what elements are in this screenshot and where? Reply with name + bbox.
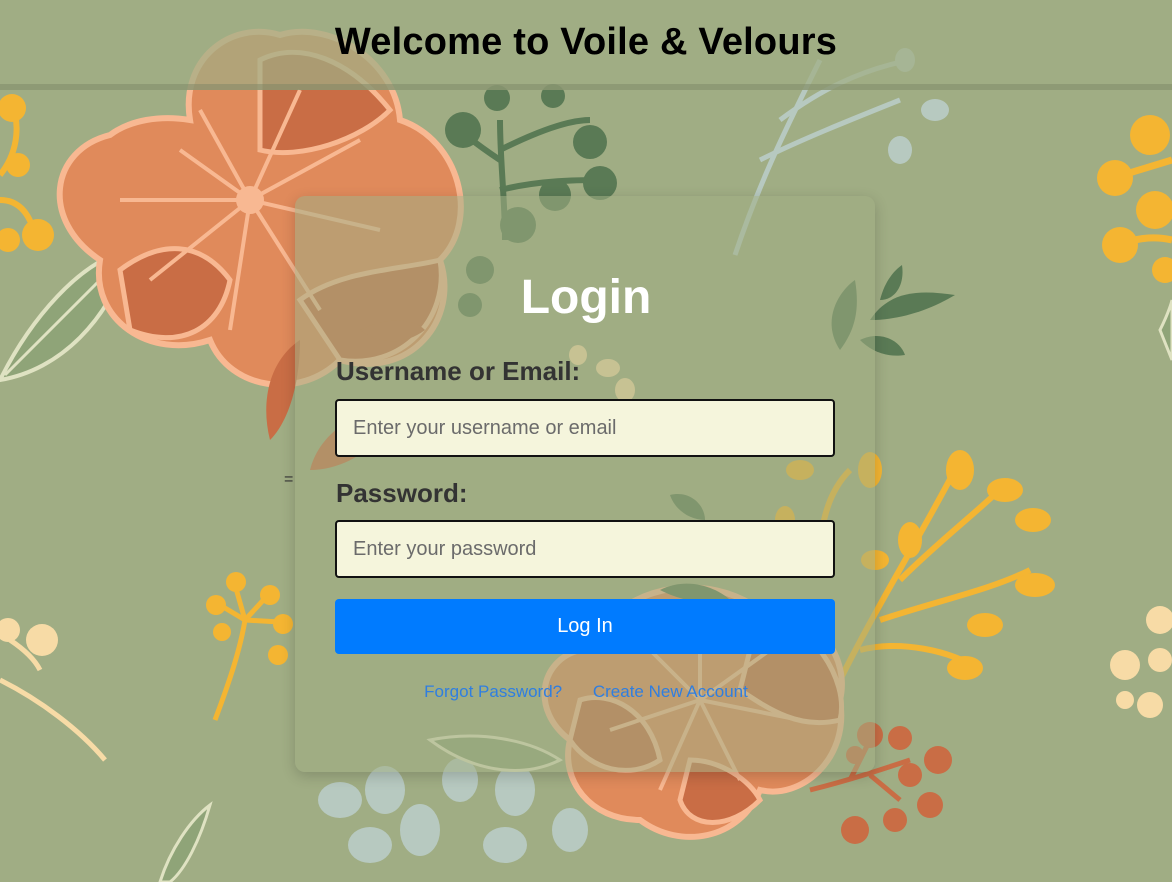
site-title: Welcome to Voile & Velours: [334, 20, 838, 63]
login-button[interactable]: Log In: [335, 599, 835, 654]
forgot-password-link[interactable]: Forgot Password?: [424, 682, 562, 701]
username-label: Username or Email:: [336, 356, 581, 386]
stray-text: =: [284, 471, 294, 488]
auth-links: Forgot Password? Create New Account: [0, 682, 1172, 702]
login-title: Login: [520, 271, 652, 324]
password-input[interactable]: [335, 520, 835, 578]
create-account-link[interactable]: Create New Account: [593, 682, 748, 701]
site-header: Welcome to Voile & Velours: [0, 0, 1172, 90]
username-input[interactable]: [335, 399, 835, 457]
password-label: Password:: [336, 478, 468, 508]
